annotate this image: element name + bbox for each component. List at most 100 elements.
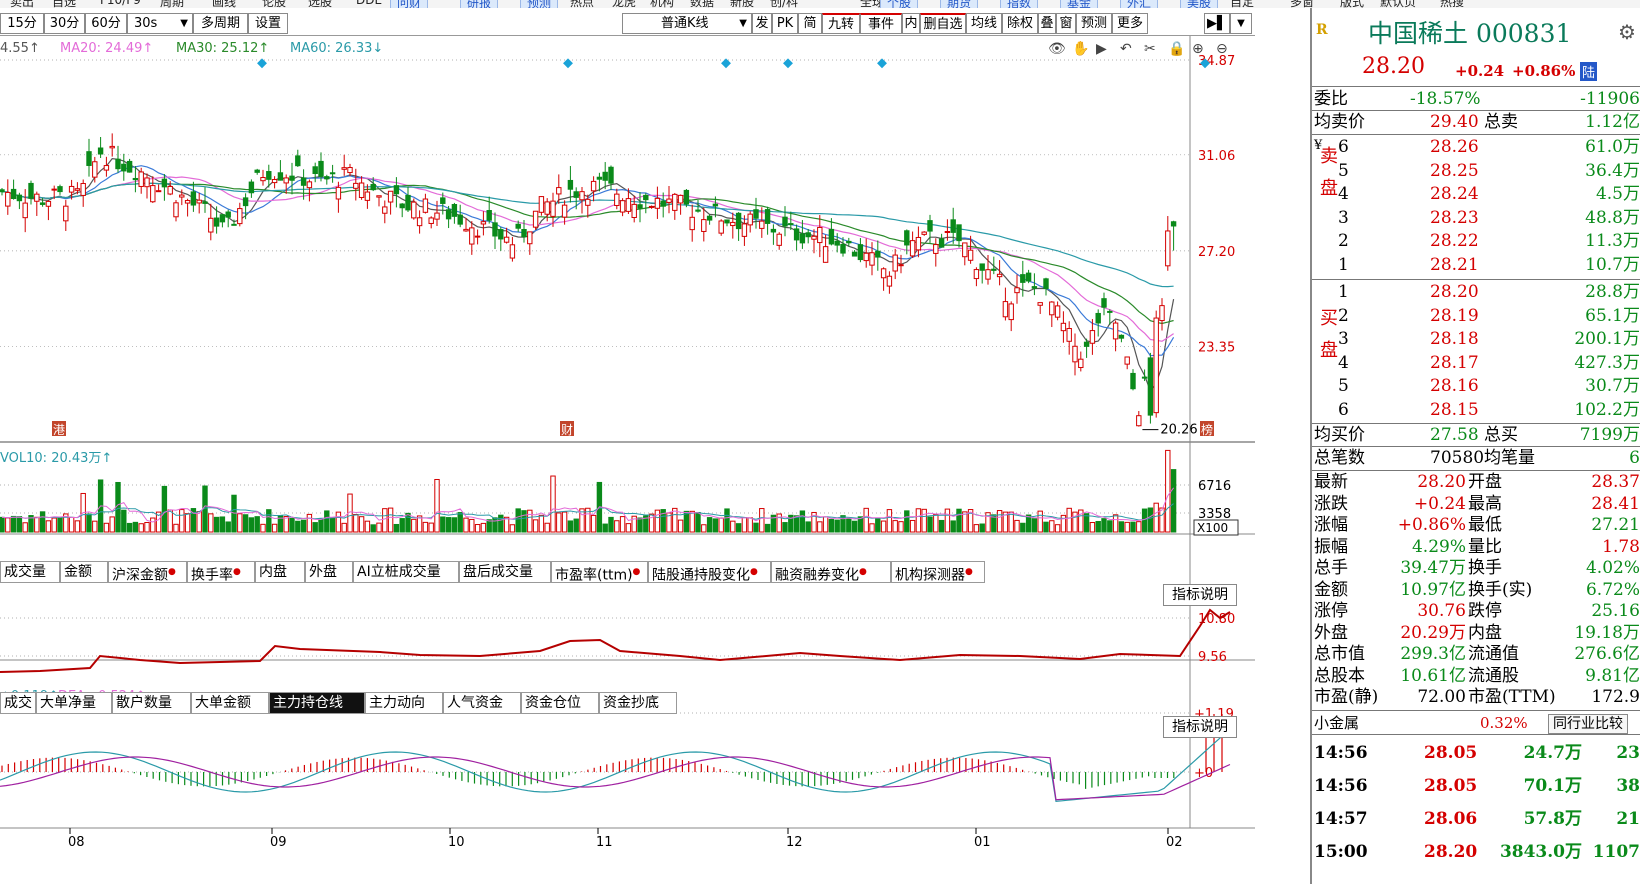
candle-body: [335, 186, 342, 200]
event-marker-icon[interactable]: [257, 58, 267, 69]
macd-dif-line: [0, 728, 1231, 803]
candle: [132, 166, 139, 193]
indicator-tab[interactable]: 金额: [60, 561, 108, 583]
candle: [97, 136, 104, 158]
candle: [747, 211, 753, 233]
volume-bar: [312, 522, 318, 533]
tool-button[interactable]: 除权: [1002, 13, 1038, 34]
hand-icon[interactable]: ✋: [1072, 40, 1089, 57]
period-60min-button[interactable]: 60分: [85, 13, 127, 34]
candle-body: [962, 242, 968, 258]
kline-type-select[interactable]: 普通K线 ▼: [622, 13, 752, 34]
candle-body: [892, 254, 898, 272]
stat-label: 跌停: [1468, 601, 1502, 621]
sector-name: 小金属: [1314, 714, 1360, 732]
cut-icon[interactable]: ✂: [1144, 41, 1156, 57]
candle-body: [416, 217, 423, 227]
volume-bar: [805, 521, 811, 533]
indicator-tab[interactable]: AI立桩成交量: [353, 561, 459, 583]
eye-icon[interactable]: 👁: [1048, 41, 1066, 57]
capital-indicator-tab[interactable]: 资金抄底: [599, 692, 677, 714]
volume-bar: [16, 516, 23, 533]
level-price: 28.26: [1430, 137, 1479, 157]
indicator-tab[interactable]: 成交量: [0, 561, 60, 583]
volume-bar: [364, 520, 371, 533]
capital-indicator-tab[interactable]: 主力持仓线: [269, 692, 365, 714]
stat-value: 10.97亿: [1400, 579, 1466, 600]
tool-button[interactable]: 事件: [860, 13, 902, 34]
indicator-tab[interactable]: 盘后成交量: [459, 561, 551, 583]
period-30s-select[interactable]: 30s ▼: [127, 13, 193, 34]
play-icon[interactable]: ▶: [1096, 41, 1107, 57]
capital-indicator-tab[interactable]: 资金仓位: [521, 692, 599, 714]
chevron-down-icon[interactable]: ▼: [1230, 13, 1252, 34]
candle: [683, 188, 690, 208]
period-15min-button[interactable]: 15分: [0, 13, 44, 34]
tool-button[interactable]: PK: [772, 13, 798, 34]
volume-bar: [863, 507, 869, 533]
sell-level-row: 2 28.22 11.3万: [1312, 230, 1640, 252]
volume-bar: [822, 516, 829, 533]
tool-button[interactable]: 窗: [1056, 13, 1076, 34]
expand-icon[interactable]: ▶▌: [1204, 13, 1230, 34]
candle: [486, 196, 492, 224]
tool-button[interactable]: 叠: [1038, 13, 1056, 34]
volume-bar: [103, 522, 110, 533]
gear-icon[interactable]: ⚙: [1618, 20, 1636, 44]
volume-bar: [1141, 508, 1148, 533]
event-marker-icon[interactable]: [721, 58, 731, 69]
indicator-tab[interactable]: 沪深金额●: [108, 561, 187, 584]
candle: [631, 195, 637, 223]
candle-body: [22, 202, 28, 219]
capital-indicator-tab[interactable]: 人气资金: [443, 692, 521, 714]
indicator-explain-button[interactable]: 指标说明: [1163, 584, 1237, 606]
indicator-tab[interactable]: 市盈率(ttm)●: [551, 561, 648, 584]
wei-bi-diff: -11906: [1580, 89, 1640, 109]
capital-indicator-tab[interactable]: 大单金额: [191, 692, 269, 714]
tool-button[interactable]: 均线: [966, 13, 1002, 34]
tool-button[interactable]: 更多: [1112, 13, 1148, 34]
tool-button[interactable]: 删自选: [920, 13, 966, 34]
tool-button[interactable]: 简: [798, 13, 822, 34]
volume-bar: [846, 518, 852, 533]
tool-button[interactable]: 预测: [1076, 13, 1112, 34]
indicator-tab[interactable]: 陆股通持股变化●: [648, 561, 771, 584]
stat-value: 299.3亿: [1400, 644, 1466, 664]
capital-indicator-tab[interactable]: 成交: [0, 692, 36, 714]
chevron-down-icon: ▼: [739, 18, 747, 29]
stat-label: 涨停: [1314, 601, 1348, 621]
zoom-in-icon[interactable]: ⊕: [1192, 41, 1204, 57]
candle-body: [1101, 298, 1107, 308]
candle-body: [498, 229, 504, 240]
lock-icon[interactable]: 🔒: [1168, 41, 1185, 57]
period-30min-button[interactable]: 30分: [44, 13, 85, 34]
capital-indicator-tab[interactable]: 散户数量: [112, 692, 191, 714]
candle-body: [248, 181, 255, 194]
level-number: 6: [1338, 399, 1349, 420]
settings-button[interactable]: 设置: [248, 13, 288, 34]
zoom-out-icon[interactable]: ⊖: [1216, 41, 1228, 57]
capital-indicator-tab[interactable]: 大单净量: [36, 692, 112, 714]
tool-button[interactable]: 发: [752, 13, 772, 34]
candle: [196, 192, 202, 214]
compare-industry-button[interactable]: 同行业比较: [1548, 714, 1628, 734]
event-marker-icon[interactable]: [877, 58, 887, 69]
candle-body: [16, 194, 23, 202]
stat-label: 开盘: [1468, 472, 1502, 492]
candle-body: [457, 214, 463, 225]
undo-icon[interactable]: ↶: [1120, 41, 1132, 57]
macd-explain-button[interactable]: 指标说明: [1163, 716, 1237, 738]
tool-button[interactable]: 九转: [822, 13, 860, 34]
multi-period-button[interactable]: 多周期: [193, 13, 248, 34]
capital-indicator-tab[interactable]: 主力动向: [365, 692, 443, 714]
indicator-tab[interactable]: 内盘: [255, 561, 305, 583]
indicator-tab[interactable]: 外盘: [305, 561, 353, 583]
candle-body: [886, 275, 893, 287]
candle-body: [1089, 330, 1096, 344]
tool-button[interactable]: 内: [902, 13, 920, 34]
kline-chart[interactable]: 34.8731.0627.2023.354.55↑ MA20: 24.49↑ MA3…: [0, 36, 1255, 856]
candle-body: [579, 191, 585, 201]
indicator-tab[interactable]: 融资融券变化●: [771, 561, 891, 584]
indicator-tab[interactable]: 机构探测器●: [891, 561, 985, 584]
indicator-tab[interactable]: 换手率●: [187, 561, 255, 584]
